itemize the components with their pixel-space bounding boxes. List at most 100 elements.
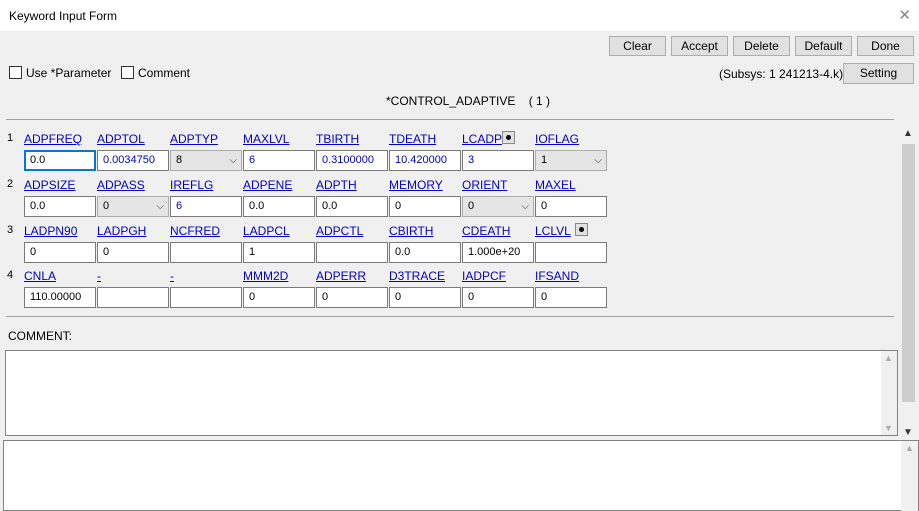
field-label[interactable]: CBIRTH [389,224,433,238]
curve-select-icon[interactable] [502,131,515,144]
field-input[interactable] [170,242,242,263]
field-label[interactable]: LCLVL [535,224,571,238]
field-input[interactable]: 0.0 [243,196,315,217]
use-parameter-checkbox[interactable]: Use *Parameter [9,66,111,80]
accept-button[interactable]: Accept [671,36,728,56]
field-input[interactable]: 0 [316,287,388,308]
field-input[interactable]: 0 [535,287,607,308]
chevron-down-icon[interactable]: ⌵ [594,151,602,170]
field-label[interactable]: MEMORY [389,178,443,192]
field-input[interactable]: 0 [24,242,96,263]
field-input[interactable] [535,242,607,263]
field-label[interactable]: D3TRACE [389,269,445,283]
comment-checkbox[interactable]: Comment [121,66,190,80]
field-label[interactable]: - [97,269,101,283]
chevron-up-icon[interactable]: ▲ [905,443,914,453]
field-label[interactable]: LADPN90 [24,224,77,238]
field-input[interactable]: 6 [243,150,315,171]
field-input[interactable]: 0.0034750 [97,150,169,171]
field-input[interactable]: 110.00000 [24,287,96,308]
field-label[interactable]: ADPTOL [97,132,145,146]
field-label[interactable]: CNLA [24,269,56,283]
chevron-down-icon[interactable]: ⌵ [521,197,529,216]
field-label[interactable]: NCFRED [170,224,220,238]
field-label[interactable]: ADPTYP [170,132,218,146]
field-input[interactable]: 0.0 [389,242,461,263]
keyword-title: *CONTROL_ADAPTIVE ( 1 ) [386,94,550,108]
field-select[interactable]: 8 ⌵ [170,150,242,171]
field-input[interactable] [170,287,242,308]
field-label[interactable]: IREFLG [170,178,213,192]
field-label[interactable]: IOFLAG [535,132,579,146]
field-label[interactable]: ADPFREQ [24,132,82,146]
close-icon[interactable]: ✕ [898,6,911,24]
field-select-value: 0 [468,200,475,212]
field-select-value: 0 [103,200,110,212]
message-area[interactable]: ▲ [3,440,919,511]
done-button[interactable]: Done [857,36,914,56]
vertical-scrollbar[interactable]: ▲ ▼ [900,128,917,438]
field-label[interactable]: ADPCTL [316,224,363,238]
delete-button[interactable]: Delete [733,36,790,56]
field-input[interactable]: 10.420000 [389,150,461,171]
field-label[interactable]: ADPERR [316,269,366,283]
clear-button[interactable]: Clear [609,36,666,56]
window-title: Keyword Input Form [9,9,118,23]
field-label[interactable]: TDEATH [389,132,436,146]
field-label[interactable]: LCADP [462,132,502,146]
field-input[interactable]: 0.0 [24,196,96,217]
field-label[interactable]: ADPASS [97,178,145,192]
field-input[interactable]: 0 [243,287,315,308]
comment-textarea[interactable]: ▲ ▼ [5,350,898,436]
field-select-value: 1 [541,154,548,166]
field-input[interactable]: 0.3100000 [316,150,388,171]
field-label[interactable]: ADPTH [316,178,357,192]
field-label[interactable]: MMM2D [243,269,288,283]
divider [6,316,894,317]
field-input[interactable]: 0 [535,196,607,217]
field-input[interactable]: 0 [389,196,461,217]
field-input[interactable]: 0 [97,242,169,263]
field-label[interactable]: MAXLVL [243,132,289,146]
field-input[interactable]: 3 [462,150,534,171]
field-input[interactable]: 0 [389,287,461,308]
row-number: 4 [7,269,14,281]
field-select[interactable]: 0 ⌵ [462,196,534,217]
field-input[interactable]: 0.0 [316,196,388,217]
field-label[interactable]: CDEATH [462,224,510,238]
field-label[interactable]: LADPCL [243,224,290,238]
field-label[interactable]: IADPCF [462,269,506,283]
chevron-down-icon[interactable]: ⌵ [156,197,164,216]
chevron-down-icon[interactable]: ⌵ [229,151,237,170]
field-label[interactable]: ADPSIZE [24,178,75,192]
field-label[interactable]: TBIRTH [316,132,359,146]
field-label[interactable]: LADPGH [97,224,146,238]
field-input[interactable]: 0 [462,287,534,308]
default-button[interactable]: Default [795,36,852,56]
chevron-up-icon[interactable]: ▲ [903,128,913,139]
field-input[interactable] [97,287,169,308]
chevron-up-icon[interactable]: ▲ [884,353,893,363]
scrollbar-thumb[interactable] [902,144,915,402]
field-input[interactable]: 6 [170,196,242,217]
curve-select-icon[interactable] [575,223,588,236]
row-number: 2 [7,178,14,190]
field-input[interactable]: 1 [243,242,315,263]
field-select[interactable]: 1 ⌵ [535,150,607,171]
field-label[interactable]: ADPENE [243,178,292,192]
field-label[interactable]: IFSAND [535,269,579,283]
field-input[interactable]: 1.000e+20 [462,242,534,263]
field-select[interactable]: 0 ⌵ [97,196,169,217]
field-input[interactable] [316,242,388,263]
setting-button[interactable]: Setting [843,63,914,84]
field-label[interactable]: ORIENT [462,178,507,192]
field-label[interactable]: - [170,269,174,283]
checkbox-box[interactable] [121,66,134,79]
field-input[interactable]: 0.0 [24,150,96,171]
field-label[interactable]: MAXEL [535,178,576,192]
chevron-down-icon[interactable]: ▼ [884,423,893,433]
comment-scrollbar[interactable]: ▲ ▼ [881,351,897,435]
message-scrollbar[interactable]: ▲ [901,441,918,511]
checkbox-box[interactable] [9,66,22,79]
chevron-down-icon[interactable]: ▼ [903,427,913,438]
